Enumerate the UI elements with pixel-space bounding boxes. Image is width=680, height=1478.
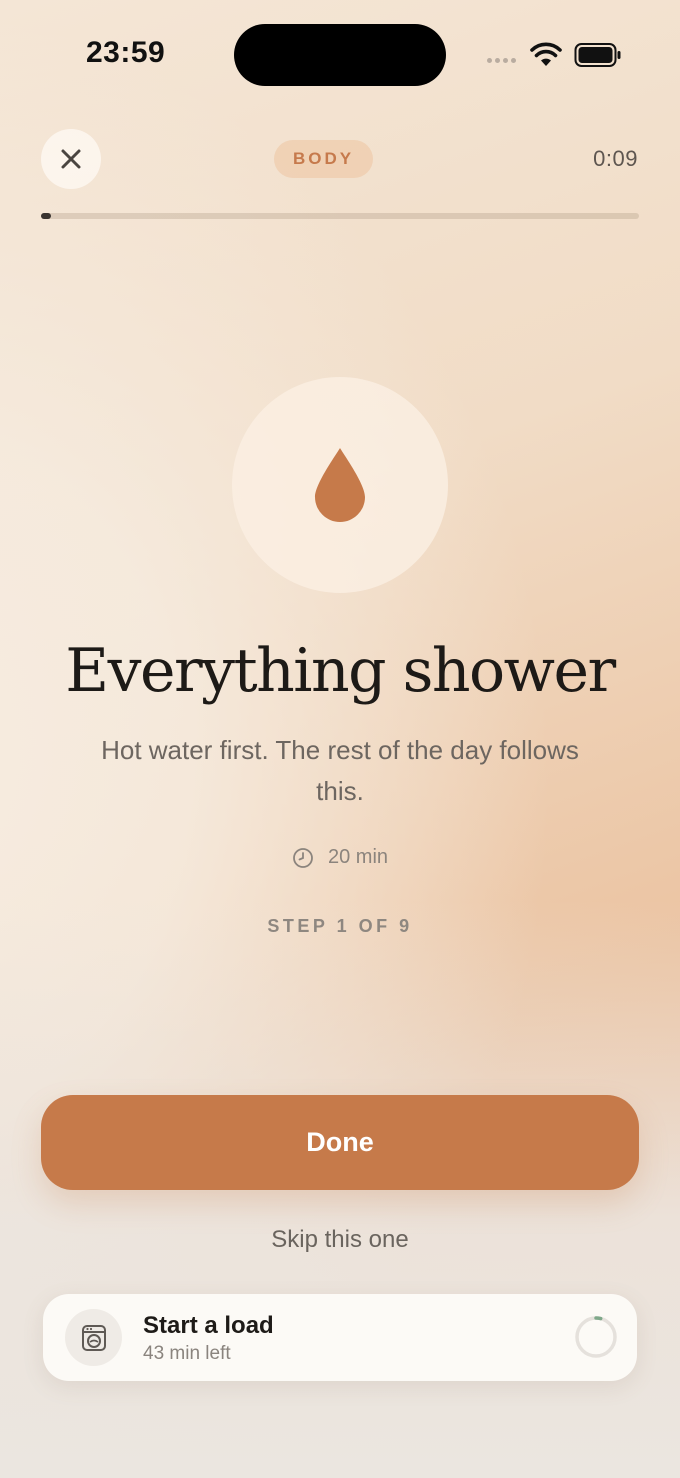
wifi-icon xyxy=(530,42,562,66)
clock-icon xyxy=(293,847,313,868)
skip-button[interactable]: Skip this one xyxy=(0,1226,680,1254)
water-drop-icon xyxy=(315,448,365,522)
done-button[interactable]: Done xyxy=(41,1095,639,1190)
task-icon-badge xyxy=(65,1309,122,1366)
elapsed-timer: 0:09 xyxy=(593,146,638,171)
washing-machine-icon xyxy=(81,1324,106,1351)
task-time-left: 43 min left xyxy=(143,1343,231,1364)
task-progress-ring xyxy=(575,1316,617,1358)
battery-icon xyxy=(574,43,621,67)
duration-label: 20 min xyxy=(327,846,389,868)
close-icon xyxy=(61,149,81,169)
status-time: 23:59 xyxy=(86,36,166,69)
routine-progress-bar xyxy=(41,213,639,219)
background-task-card[interactable]: Start a load 43 min left xyxy=(43,1294,637,1381)
routine-progress-fill xyxy=(41,213,51,219)
cellular-signal-icon xyxy=(487,58,516,63)
task-title: Start a load xyxy=(143,1312,274,1339)
close-button[interactable] xyxy=(41,129,101,189)
dynamic-island xyxy=(234,24,446,86)
step-counter: STEP 1 OF 9 xyxy=(267,916,413,936)
category-badge: BODY xyxy=(274,140,373,178)
step-description: Hot water first. The rest of the day fol… xyxy=(101,735,579,806)
step-title: Everything shower xyxy=(65,636,616,706)
step-icon-circle xyxy=(232,377,448,593)
step-duration: 20 min xyxy=(0,846,680,869)
